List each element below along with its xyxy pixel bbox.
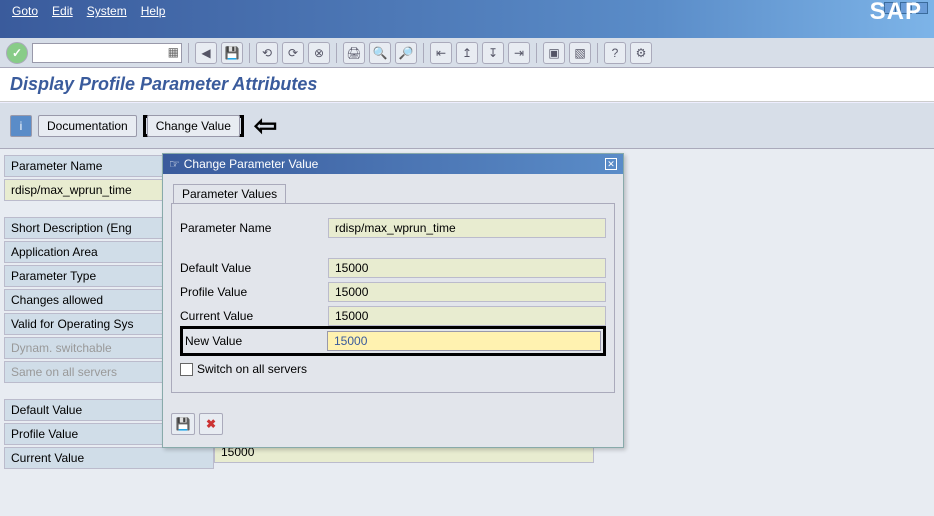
switch-all-servers-checkbox[interactable] [180,363,193,376]
dialog-change-parameter: ☞Change Parameter Value ✕ Parameter Valu… [162,153,624,448]
layout-icon[interactable]: ▧ [569,42,591,64]
separator [597,43,598,63]
tab-parameter-values[interactable]: Parameter Values [173,184,286,203]
nav-back-icon[interactable]: ⟲ [256,42,278,64]
separator [249,43,250,63]
switch-all-servers-row: Switch on all servers [180,362,606,376]
help-icon[interactable]: ? [604,42,626,64]
arrow-icon: ⇦ [254,109,277,142]
dlg-param-name-label: Parameter Name [180,221,328,235]
info-icon[interactable]: i [10,115,32,137]
dialog-cancel-icon[interactable]: ✖ [199,413,223,435]
save-icon[interactable]: 💾 [221,42,243,64]
nav-cancel-icon[interactable]: ⊗ [308,42,330,64]
find-next-icon[interactable]: 🔎 [395,42,417,64]
dialog-table: Parameter Name rdisp/max_wprun_time Defa… [171,203,615,393]
first-page-icon[interactable]: ⇤ [430,42,452,64]
dlg-current-label: Current Value [180,309,328,323]
dialog-save-icon[interactable]: 💾 [171,413,195,435]
documentation-button[interactable]: Documentation [38,115,137,137]
dlg-default-value: 15000 [328,258,606,278]
menu-system[interactable]: System [87,4,127,18]
dlg-new-label: New Value [185,334,327,348]
back-icon[interactable]: ◀ [195,42,217,64]
switch-all-servers-label: Switch on all servers [197,362,307,376]
change-value-button[interactable]: Change Value [147,115,240,137]
dlg-profile-label: Profile Value [180,285,328,299]
last-page-icon[interactable]: ⇥ [508,42,530,64]
command-field[interactable] [32,43,182,63]
dialog-title-bar: ☞Change Parameter Value ✕ [163,154,623,174]
dialog-title-text: ☞Change Parameter Value [169,157,318,171]
new-value-input[interactable]: 15000 [327,331,601,351]
dlg-current-value: 15000 [328,306,606,326]
ok-icon[interactable]: ✓ [6,42,28,64]
dlg-default-label: Default Value [180,261,328,275]
create-session-icon[interactable]: ▣ [543,42,565,64]
prev-page-icon[interactable]: ↥ [456,42,478,64]
next-page-icon[interactable]: ↧ [482,42,504,64]
dlg-profile-value: 15000 [328,282,606,302]
highlight-change-value: Change Value [143,115,244,137]
find-icon[interactable]: 🔍 [369,42,391,64]
separator [188,43,189,63]
separator [336,43,337,63]
page-title: Display Profile Parameter Attributes [0,68,934,102]
print-icon[interactable]: 🖨 [343,42,365,64]
toolbar: ✓ ◀ 💾 ⟲ ⟳ ⊗ 🖨 🔍 🔎 ⇤ ↥ ↧ ⇥ ▣ ▧ ? ⚙ [0,38,934,68]
menu-goto[interactable]: Goto [12,4,38,18]
title-bar: Goto Edit System Help SAP [0,0,934,38]
menu-help[interactable]: Help [141,4,166,18]
content-area: Parameter Name rdisp/max_wprun_time Shor… [0,149,934,516]
nav-exit-icon[interactable]: ⟳ [282,42,304,64]
highlight-new-value: New Value 15000 [180,326,606,356]
separator [536,43,537,63]
customize-icon[interactable]: ⚙ [630,42,652,64]
dialog-footer: 💾 ✖ [171,413,615,435]
menu-edit[interactable]: Edit [52,4,73,18]
separator [423,43,424,63]
menu-bar: Goto Edit System Help [0,0,177,22]
dlg-param-name-value: rdisp/max_wprun_time [328,218,606,238]
dialog-close-icon[interactable]: ✕ [605,158,617,170]
sap-logo: SAP [870,0,922,26]
action-bar: i Documentation Change Value ⇦ [0,102,934,149]
dialog-body: Parameter Values Parameter Name rdisp/ma… [163,174,623,447]
label-current-value: Current Value [4,447,214,469]
